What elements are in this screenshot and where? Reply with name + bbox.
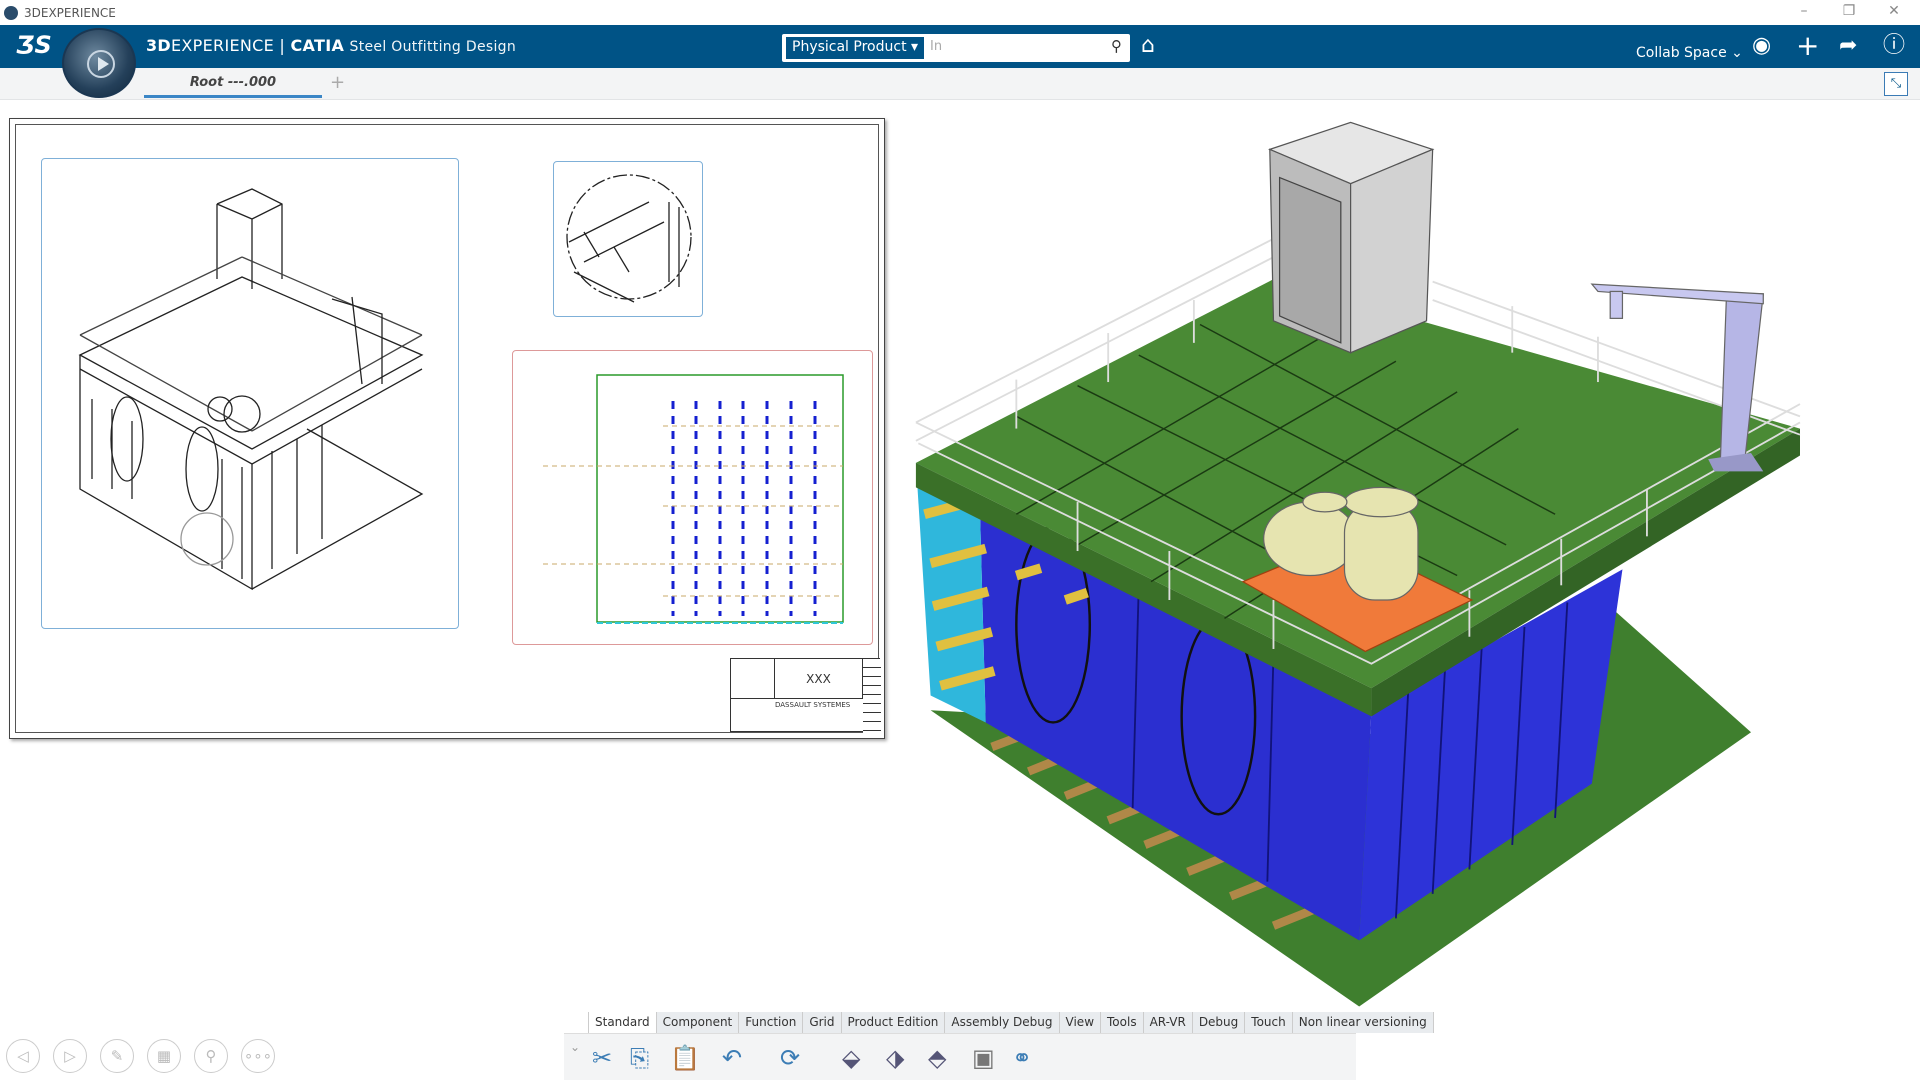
toolbar-tab-view[interactable]: View: [1059, 1012, 1102, 1033]
forward-icon: ▷: [64, 1047, 76, 1065]
toolbar-tab-debug[interactable]: Debug: [1192, 1012, 1246, 1033]
reorder-icon[interactable]: ⬘: [928, 1044, 946, 1072]
toolbar-tab-assembly-debug[interactable]: Assembly Debug: [945, 1012, 1060, 1033]
toolbar-tab-non-linear-versioning[interactable]: Non linear versioning: [1292, 1012, 1434, 1033]
forward-button[interactable]: ▷: [53, 1039, 87, 1073]
play-icon[interactable]: [87, 50, 115, 78]
search-icon: ⚲: [205, 1047, 217, 1065]
search-view-button[interactable]: ⚲: [194, 1039, 228, 1073]
collapse-chevron-icon[interactable]: ⌄: [570, 1040, 580, 1054]
toolbar-tab-touch[interactable]: Touch: [1245, 1012, 1293, 1033]
toolbar-tab-ar-vr[interactable]: AR-VR: [1143, 1012, 1193, 1033]
cut-icon[interactable]: ✂: [592, 1044, 612, 1072]
layout-icon: ▦: [156, 1047, 172, 1065]
more-icon: ∘∘∘: [243, 1047, 273, 1065]
toolbar-tab-grid[interactable]: Grid: [803, 1012, 842, 1033]
action-bar: ⌄ ✂ ⎘ 📋 ↶ ⟳ ⬙ ⬗ ⬘ ▣ ⚭: [564, 1033, 1356, 1080]
toolbar-tab-product-edition[interactable]: Product Edition: [841, 1012, 946, 1033]
reuse-icon[interactable]: ▣: [972, 1044, 995, 1072]
back-button[interactable]: ◁: [6, 1039, 40, 1073]
compass-icon[interactable]: [62, 28, 136, 98]
edit-component-icon[interactable]: ⬙: [842, 1044, 860, 1072]
toolbar-tabs: Standard Component Function Grid Product…: [588, 1012, 1434, 1033]
update-icon[interactable]: ⟳: [780, 1044, 800, 1072]
paste-icon[interactable]: 📋: [670, 1044, 700, 1072]
replace-component-icon[interactable]: ⬗: [886, 1044, 904, 1072]
instantiate-icon[interactable]: ⚭: [1012, 1044, 1032, 1072]
toolbar-tab-function[interactable]: Function: [739, 1012, 804, 1033]
more-button[interactable]: ∘∘∘: [241, 1039, 275, 1073]
3d-viewer[interactable]: [0, 0, 1920, 1080]
copy-icon[interactable]: ⎘: [630, 1044, 649, 1072]
undo-icon[interactable]: ↶: [722, 1044, 742, 1072]
tower: [1268, 121, 1435, 354]
toolbar-tab-component[interactable]: Component: [656, 1012, 740, 1033]
toolbar-tab-standard[interactable]: Standard: [589, 1012, 657, 1033]
toolbar-tab-tools[interactable]: Tools: [1101, 1012, 1144, 1033]
pen-button[interactable]: ✎: [100, 1039, 134, 1073]
pen-icon: ✎: [110, 1047, 124, 1065]
back-icon: ◁: [17, 1047, 29, 1065]
layout-button[interactable]: ▦: [147, 1039, 181, 1073]
